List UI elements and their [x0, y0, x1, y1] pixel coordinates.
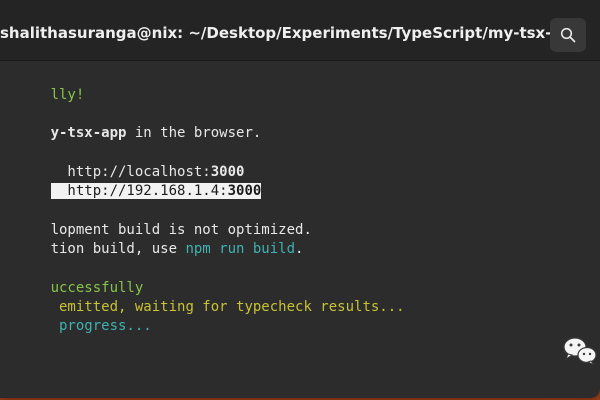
terminal-line: progress... [0, 297, 152, 356]
network-port: 3000 [227, 182, 262, 199]
browser-text: in the browser. [126, 124, 262, 141]
search-button[interactable] [550, 18, 586, 52]
terminal-window: shalithasuranga@nix: ~/Desktop/Experimen… [0, 0, 600, 398]
search-icon [560, 27, 576, 43]
compiled-success-text: lly! [50, 86, 85, 103]
progress-text: progress... [50, 317, 152, 334]
app-name: y-tsx-app [50, 124, 127, 141]
build-command: npm run build [185, 240, 296, 257]
wechat-logo-icon [563, 337, 597, 366]
terminal-output[interactable]: lly! y-tsx-app in the browser. http://lo… [0, 62, 600, 398]
prod-build-note: tion build, use [50, 240, 186, 257]
network-url: http://192.168.1.4: [50, 182, 228, 199]
title-bar: shalithasuranga@nix: ~/Desktop/Experimen… [0, 0, 600, 61]
window-title: shalithasuranga@nix: ~/Desktop/Experimen… [0, 24, 584, 42]
period: . [295, 240, 304, 257]
selected-network-url[interactable]: http://192.168.1.4:3000 [50, 182, 262, 199]
